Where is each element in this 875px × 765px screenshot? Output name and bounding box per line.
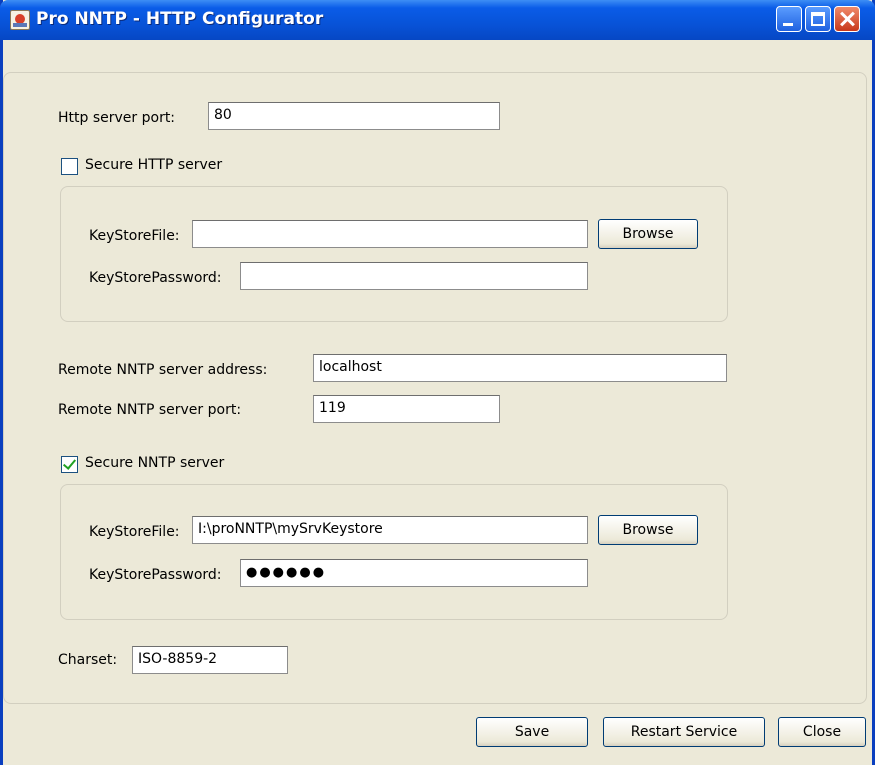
nntp-port-field[interactable]: 119	[313, 395, 500, 423]
nntp-port-label: Remote NNTP server port:	[58, 402, 242, 418]
nntp-keystore-password-label: KeyStorePassword:	[89, 567, 222, 583]
checkmark-icon	[62, 456, 77, 470]
save-button[interactable]: Save	[476, 717, 588, 747]
secure-http-label: Secure HTTP server	[85, 157, 223, 173]
title-bar[interactable]: Pro NNTP - HTTP Configurator	[0, 0, 875, 40]
minimize-icon[interactable]	[776, 6, 802, 32]
java-app-icon[interactable]	[10, 10, 30, 30]
http-keystore-file-label: KeyStoreFile:	[89, 228, 180, 244]
close-button[interactable]: Close	[778, 717, 866, 747]
window-title: Pro NNTP - HTTP Configurator	[36, 9, 324, 29]
secure-http-checkbox[interactable]	[61, 158, 78, 175]
http-keystore-panel	[60, 186, 728, 322]
http-keystore-password-label: KeyStorePassword:	[89, 270, 222, 286]
nntp-keystore-file-field[interactable]: I:\proNNTP\mySrvKeystore	[192, 516, 588, 544]
http-browse-button[interactable]: Browse	[598, 219, 698, 249]
http-keystore-password-field[interactable]	[240, 262, 588, 290]
nntp-keystore-file-label: KeyStoreFile:	[89, 524, 180, 540]
http-port-field[interactable]: 80	[208, 102, 500, 130]
charset-label: Charset:	[58, 652, 118, 668]
nntp-browse-button[interactable]: Browse	[598, 515, 698, 545]
maximize-icon[interactable]	[805, 6, 831, 32]
nntp-address-label: Remote NNTP server address:	[58, 362, 268, 378]
secure-nntp-checkbox[interactable]	[61, 456, 78, 473]
http-keystore-file-field[interactable]	[192, 220, 588, 248]
nntp-keystore-panel	[60, 484, 728, 620]
nntp-address-field[interactable]: localhost	[313, 354, 727, 382]
http-port-label: Http server port:	[58, 110, 176, 126]
configurator-window: Pro NNTP - HTTP Configurator Http server…	[0, 0, 875, 765]
secure-nntp-label: Secure NNTP server	[85, 455, 225, 471]
restart-service-button[interactable]: Restart Service	[603, 717, 765, 747]
close-icon[interactable]	[834, 6, 860, 32]
charset-field[interactable]: ISO-8859-2	[132, 646, 288, 674]
nntp-keystore-password-field[interactable]: ●●●●●●	[240, 559, 588, 587]
